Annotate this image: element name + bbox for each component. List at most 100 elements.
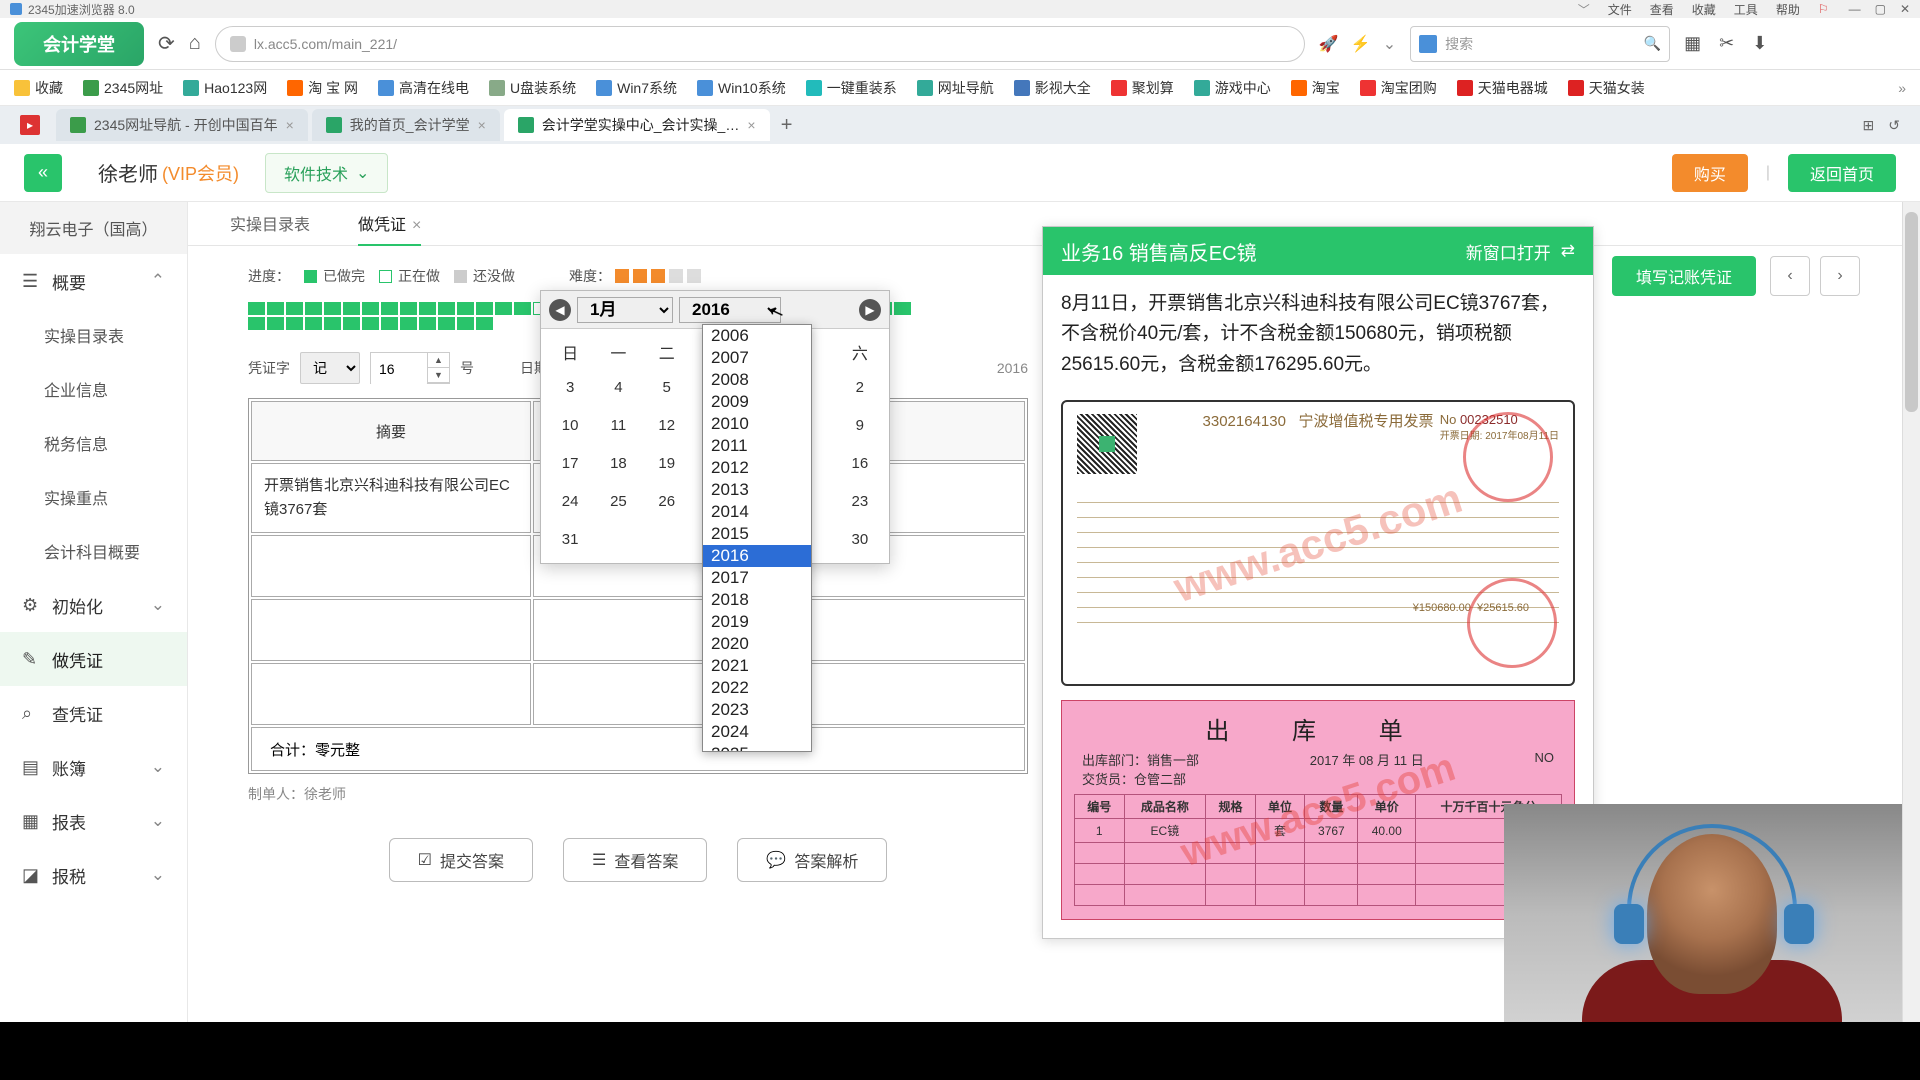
voucher-word-select[interactable]: 记 xyxy=(300,352,360,384)
menu-help[interactable]: 帮助 xyxy=(1776,1,1800,18)
progress-box[interactable] xyxy=(343,317,360,330)
progress-box[interactable] xyxy=(324,302,341,315)
progress-box[interactable] xyxy=(514,302,531,315)
bookmark-item[interactable]: 天猫女装 xyxy=(1568,78,1645,98)
bookmark-item[interactable]: 高清在线电 xyxy=(378,78,469,98)
home-icon[interactable]: ⌂ xyxy=(189,32,201,55)
progress-box[interactable] xyxy=(267,302,284,315)
maximize-icon[interactable]: ▢ xyxy=(1875,2,1886,16)
tech-dropdown[interactable]: 软件技术⌄ xyxy=(265,153,388,193)
progress-box[interactable] xyxy=(286,302,303,315)
progress-box[interactable] xyxy=(324,317,341,330)
calendar-day[interactable]: 11 xyxy=(595,407,641,443)
pinned-doc-icon[interactable]: ▸ xyxy=(20,115,40,135)
buy-button[interactable]: 购买 xyxy=(1672,154,1748,192)
reload-icon[interactable]: ⟳ xyxy=(158,31,175,56)
sidebar-subitem[interactable]: 企业信息 xyxy=(0,362,187,416)
calendar-day[interactable]: 26 xyxy=(644,483,690,519)
dropdown-icon[interactable]: ⌄ xyxy=(1383,34,1396,54)
cal-prev[interactable]: ◀ xyxy=(549,299,571,321)
sidebar-subitem[interactable]: 实操目录表 xyxy=(0,308,187,362)
progress-box[interactable] xyxy=(362,302,379,315)
calendar-day[interactable]: 31 xyxy=(547,521,593,557)
submit-button[interactable]: ☑提交答案 xyxy=(389,838,533,882)
progress-box[interactable] xyxy=(267,317,284,330)
sidebar-subitem[interactable]: 会计科目概要 xyxy=(0,524,187,578)
progress-box[interactable] xyxy=(286,317,303,330)
calendar-day[interactable]: 10 xyxy=(547,407,593,443)
summary-cell[interactable] xyxy=(251,599,531,661)
bookmark-item[interactable]: Hao123网 xyxy=(183,78,267,98)
voucher-number-input[interactable] xyxy=(371,353,427,385)
progress-box[interactable] xyxy=(305,317,322,330)
sidebar-subitem[interactable]: 税务信息 xyxy=(0,416,187,470)
calendar-day[interactable] xyxy=(595,521,641,557)
invoice-image[interactable]: 3302164130 宁波增值税专用发票 No 00232510开票日期: 20… xyxy=(1061,400,1575,686)
year-option[interactable]: 2021 xyxy=(703,655,811,677)
bookmark-item[interactable]: 淘宝团购 xyxy=(1360,78,1437,98)
bookmark-item[interactable]: Win7系统 xyxy=(596,78,677,98)
undo-close-icon[interactable]: ↺ xyxy=(1888,117,1900,134)
bookmark-item[interactable]: 2345网址 xyxy=(83,78,163,98)
fill-voucher-button[interactable]: 填写记账凭证 xyxy=(1612,256,1756,296)
progress-box[interactable] xyxy=(438,317,455,330)
calendar-day[interactable]: 12 xyxy=(644,407,690,443)
bookmark-item[interactable]: U盘装系统 xyxy=(489,78,576,98)
bookmark-item[interactable]: 淘宝 xyxy=(1291,78,1340,98)
bookmarks-more[interactable]: » xyxy=(1898,80,1906,96)
bookmark-item[interactable]: 聚划算 xyxy=(1111,78,1174,98)
year-dropdown[interactable]: 2006200720082009201020112012201320142015… xyxy=(702,324,812,752)
browser-search[interactable]: 搜索 🔍 xyxy=(1410,26,1670,62)
step-up[interactable]: ▲ xyxy=(428,353,449,368)
progress-box[interactable] xyxy=(248,302,265,315)
outbound-slip[interactable]: 出 库 单 出库部门：销售一部交货员：仓管二部 2017 年 08 月 11 日… xyxy=(1061,700,1575,920)
year-option[interactable]: 2011 xyxy=(703,435,811,457)
calendar-day[interactable]: 2 xyxy=(837,369,883,405)
year-option[interactable]: 2019 xyxy=(703,611,811,633)
menu-chevron[interactable]: ﹀ xyxy=(1578,1,1590,18)
menu-tools[interactable]: 工具 xyxy=(1734,1,1758,18)
browser-tab[interactable]: 会计学堂实操中心_会计实操_…× xyxy=(504,109,770,141)
progress-box[interactable] xyxy=(419,302,436,315)
summary-cell[interactable] xyxy=(251,535,531,597)
open-new-window[interactable]: 新窗口打开⇄ xyxy=(1466,239,1575,264)
progress-box[interactable] xyxy=(362,317,379,330)
step-down[interactable]: ▼ xyxy=(428,368,449,383)
sidebar-item[interactable]: ▤账簿⌄ xyxy=(0,740,187,794)
calendar-day[interactable]: 30 xyxy=(837,521,883,557)
year-option[interactable]: 2024 xyxy=(703,721,811,743)
url-input[interactable]: lx.acc5.com/main_221/ xyxy=(215,26,1305,62)
minimize-icon[interactable]: — xyxy=(1849,2,1861,16)
progress-box[interactable] xyxy=(894,302,911,315)
year-option[interactable]: 2015 xyxy=(703,523,811,545)
return-home-button[interactable]: 返回首页 xyxy=(1788,154,1896,192)
year-option[interactable]: 2018 xyxy=(703,589,811,611)
calendar-day[interactable]: 24 xyxy=(547,483,593,519)
calendar-day[interactable]: 17 xyxy=(547,445,593,481)
bookmark-item[interactable]: 网址导航 xyxy=(917,78,994,98)
progress-box[interactable] xyxy=(457,317,474,330)
bookmark-item[interactable]: 一键重装系 xyxy=(806,78,897,98)
progress-box[interactable] xyxy=(495,302,512,315)
download-icon[interactable]: ⬇ xyxy=(1752,33,1767,54)
progress-box[interactable] xyxy=(438,302,455,315)
year-option[interactable]: 2008 xyxy=(703,369,811,391)
search-go-icon[interactable]: 🔍 xyxy=(1644,35,1661,52)
summary-cell[interactable] xyxy=(251,663,531,725)
flash-icon[interactable]: ⚡ xyxy=(1351,34,1371,54)
calendar-day[interactable]: 9 xyxy=(837,407,883,443)
year-option[interactable]: 2022 xyxy=(703,677,811,699)
browser-tab[interactable]: 我的首页_会计学堂× xyxy=(312,109,500,141)
progress-box[interactable] xyxy=(419,317,436,330)
scrollbar-thumb[interactable] xyxy=(1905,212,1918,412)
voucher-number-stepper[interactable]: ▲▼ xyxy=(370,352,450,384)
progress-box[interactable] xyxy=(305,302,322,315)
progress-box[interactable] xyxy=(400,302,417,315)
prev-button[interactable]: ‹ xyxy=(1770,256,1810,296)
calendar-day[interactable]: 5 xyxy=(644,369,690,405)
inner-tab[interactable]: 做凭证× xyxy=(334,202,445,245)
menu-view[interactable]: 查看 xyxy=(1650,1,1674,18)
progress-box[interactable] xyxy=(343,302,360,315)
next-button[interactable]: › xyxy=(1820,256,1860,296)
sidebar-item[interactable]: ✎做凭证 xyxy=(0,632,187,686)
